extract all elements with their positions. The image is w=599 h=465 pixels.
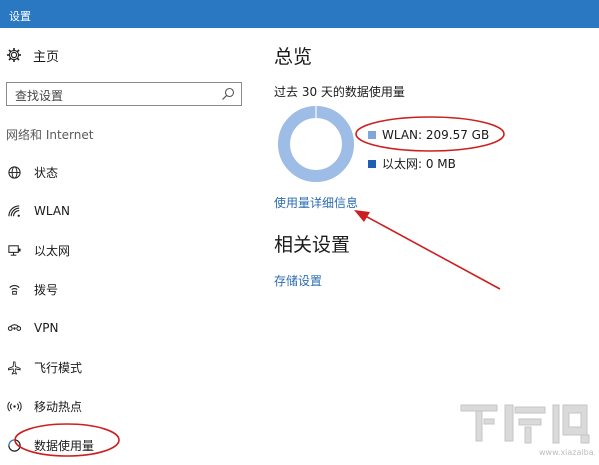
legend-label-wlan: WLAN: 209.57 GB: [382, 128, 490, 142]
ethernet-icon: [6, 242, 22, 258]
wifi-icon: [6, 203, 22, 219]
section-label: 网络和 Internet: [6, 128, 94, 142]
sidebar-item-label: 以太网: [34, 243, 71, 258]
window-title: 设置: [9, 10, 31, 23]
donut-wlan-arc: [278, 106, 354, 182]
dialup-icon: [6, 281, 22, 297]
sidebar-item-label: 数据使用量: [34, 438, 95, 453]
sidebar-item-status[interactable]: 状态: [6, 161, 58, 183]
legend-item-ethernet: 以太网: 0 MB: [368, 155, 456, 172]
legend-swatch-ethernet: [368, 159, 376, 168]
search-icon[interactable]: [220, 86, 236, 102]
globe-icon: [6, 164, 22, 180]
main-content: 总览 过去 30 天的数据使用量 WLAN: 209.57 GB 以太网: 0 …: [258, 28, 599, 465]
hotspot-icon: [6, 398, 22, 414]
sidebar-item-wlan[interactable]: WLAN: [6, 200, 70, 222]
legend-item-wlan: WLAN: 209.57 GB: [368, 128, 489, 142]
sidebar-item-ethernet[interactable]: 以太网: [6, 239, 70, 261]
sidebar-item-label: 移动热点: [34, 399, 83, 414]
sidebar-item-dialup[interactable]: 拨号: [6, 278, 58, 300]
sidebar-item-vpn[interactable]: VPN: [6, 317, 58, 339]
sidebar-item-label: VPN: [34, 321, 59, 335]
sidebar-item-mobile-hotspot[interactable]: 移动热点: [6, 395, 82, 417]
sidebar-item-label: 拨号: [34, 282, 59, 297]
sidebar-item-airplane-mode[interactable]: 飞行模式: [6, 356, 82, 378]
sidebar-item-data-usage[interactable]: 数据使用量: [6, 434, 94, 456]
data-usage-donut-chart: [276, 104, 356, 184]
related-settings-heading: 相关设置: [274, 234, 351, 256]
sidebar-item-label: WLAN: [34, 204, 71, 218]
window-titlebar: 设置: [0, 0, 599, 28]
legend-swatch-wlan: [368, 131, 376, 139]
legend-label-ethernet: 以太网: 0 MB: [382, 157, 456, 171]
overview-heading: 总览: [274, 46, 313, 68]
sidebar-home-label: 主页: [33, 49, 60, 65]
usage-details-link[interactable]: 使用量详细信息: [274, 194, 358, 211]
sidebar-item-label: 飞行模式: [34, 360, 83, 375]
data-usage-icon: [6, 437, 22, 453]
airplane-icon: [6, 359, 22, 375]
sidebar: 主页 查找设置 网络和 Internet 状态 WLAN 以太网 拨号 VPN …: [0, 28, 258, 465]
usage-description: 过去 30 天的数据使用量: [274, 85, 405, 99]
vpn-icon: [6, 320, 22, 336]
gear-icon: [6, 47, 22, 63]
search-placeholder: 查找设置: [15, 89, 64, 103]
storage-settings-link[interactable]: 存储设置: [274, 272, 322, 289]
search-input[interactable]: 查找设置: [6, 82, 242, 106]
sidebar-home[interactable]: 主页: [6, 44, 59, 66]
sidebar-item-label: 状态: [34, 165, 59, 180]
